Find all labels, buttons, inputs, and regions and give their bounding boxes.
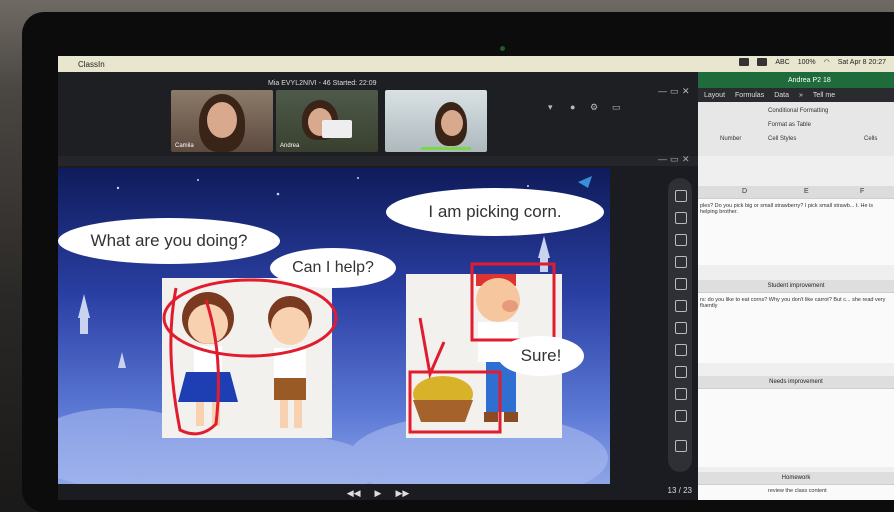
cells-group-label[interactable]: Cells	[864, 136, 877, 142]
whiteboard-toolbar	[668, 178, 692, 472]
menu-more-icon[interactable]: »	[799, 92, 803, 99]
participant-name: Andrea	[280, 143, 300, 149]
mic-control-icon[interactable]: ●	[570, 102, 575, 112]
layout-icon[interactable]: ▭	[612, 102, 621, 113]
format-as-table-button[interactable]: Format as Table	[768, 122, 811, 128]
menubar-status: ABC 100% ◠ Sat Apr 8 20:27	[739, 58, 886, 66]
more-tools-icon[interactable]	[675, 440, 687, 452]
webcam-light	[500, 46, 505, 51]
cell-text: rs: do you like to eat corns? Why you do…	[700, 297, 886, 309]
video-tile[interactable]	[385, 90, 487, 152]
excel-titlebar: Andrea P2 18	[698, 72, 894, 88]
window-close-icon[interactable]: ✕	[682, 86, 690, 97]
battery-label[interactable]: 100%	[798, 59, 816, 66]
speech-bubble: I am picking corn.	[386, 188, 604, 236]
classroom-title: Mia EVYL2NIVI - 46 Started: 22:09	[268, 80, 377, 87]
wifi-icon[interactable]: ◠	[824, 58, 830, 66]
slide-area: — ▭ ✕ What are you doing? Can I help? I …	[58, 154, 698, 500]
sheet-row[interactable]: review the class content	[698, 484, 894, 500]
settings-icon[interactable]: ⚙	[590, 102, 598, 113]
status-icon[interactable]	[757, 58, 768, 66]
cell-text: review the class content	[768, 488, 827, 494]
lesson-slide[interactable]: What are you doing? Can I help? I am pic…	[58, 168, 610, 484]
corn-basket-illustration	[413, 376, 473, 422]
participant-face	[207, 102, 237, 138]
sheet-row[interactable]	[698, 388, 894, 467]
excel-window: Andrea P2 18 Layout Formulas Data » Tell…	[698, 72, 894, 500]
menu-item-data[interactable]: Data	[774, 92, 789, 99]
bubble-text: Can I help?	[292, 259, 374, 276]
slide-minimize-icon[interactable]: —	[658, 154, 667, 164]
camera-control-icon[interactable]: ▾	[548, 102, 553, 113]
highlighter-tool-icon[interactable]	[675, 234, 687, 246]
cell-text: ples? Do you pick big or small strawberr…	[700, 203, 874, 215]
laptop-screen: ClassIn ABC 100% ◠ Sat Apr 8 20:27 Mia E…	[58, 56, 894, 500]
slide-restore-icon[interactable]: ▭	[670, 154, 679, 165]
number-group-label[interactable]: Number	[720, 136, 741, 142]
excel-ribbon: Number Conditional Formatting Format as …	[698, 102, 894, 156]
status-icon[interactable]	[739, 58, 750, 66]
video-tile[interactable]: Camila	[171, 90, 273, 152]
sheet-row[interactable]: rs: do you like to eat corns? Why you do…	[698, 292, 894, 363]
menu-item-layout[interactable]: Layout	[704, 92, 725, 99]
column-header[interactable]: F	[860, 188, 864, 195]
screenshot-tool-icon[interactable]	[675, 388, 687, 400]
slide-titlebar: — ▭ ✕	[58, 154, 698, 166]
bubble-text: Sure!	[520, 346, 562, 365]
participant-face	[441, 110, 463, 136]
speech-bubble: What are you doing?	[58, 218, 280, 264]
play-icon[interactable]: ▶	[375, 488, 382, 499]
bubble-text: I am picking corn.	[428, 202, 562, 221]
clock-label[interactable]: Sat Apr 8 20:27	[838, 59, 886, 66]
held-card	[322, 120, 352, 138]
pencil-icon	[578, 176, 592, 188]
toolbox-icon[interactable]	[675, 366, 687, 378]
text-tool-icon[interactable]	[675, 278, 687, 290]
speech-bubble: Can I help?	[270, 248, 396, 288]
eraser-tool-icon[interactable]	[675, 256, 687, 268]
menu-item-formulas[interactable]: Formulas	[735, 92, 764, 99]
column-header[interactable]: E	[804, 188, 809, 195]
slide-pager: ◀◀ ▶ ▶▶	[58, 486, 698, 500]
section-title[interactable]: Needs improvement	[698, 376, 894, 388]
section-title[interactable]: Homework	[698, 472, 894, 484]
shape-tool-icon[interactable]	[675, 300, 687, 312]
column-header[interactable]: D	[742, 188, 747, 195]
excel-title: Andrea P2 18	[788, 76, 831, 84]
select-tool-icon[interactable]	[675, 190, 687, 202]
conditional-formatting-button[interactable]: Conditional Formatting	[768, 108, 828, 114]
window-minimize-icon[interactable]: —	[658, 86, 667, 96]
prev-slide-icon[interactable]: ◀◀	[347, 488, 361, 499]
app-menu-name[interactable]: ClassIn	[78, 60, 105, 69]
mac-menubar: ClassIn ABC 100% ◠ Sat Apr 8 20:27	[58, 56, 894, 72]
participant-name: Camila	[175, 143, 194, 149]
picture-panel	[162, 278, 332, 438]
column-header-row: D E F	[698, 186, 894, 198]
tell-me-field[interactable]: Tell me	[813, 92, 835, 99]
excel-menu: Layout Formulas Data » Tell me	[698, 88, 894, 102]
section-title[interactable]: Student improvement	[698, 280, 894, 292]
input-source[interactable]: ABC	[775, 59, 789, 66]
page-counter: 13 / 23	[667, 486, 692, 495]
mic-level-bar	[421, 147, 471, 150]
bubble-text: What are you doing?	[90, 231, 248, 250]
slide-close-icon[interactable]: ✕	[682, 154, 690, 165]
pen-tool-icon[interactable]	[675, 212, 687, 224]
timer-tool-icon[interactable]	[675, 344, 687, 356]
chat-tool-icon[interactable]	[675, 410, 687, 422]
next-slide-icon[interactable]: ▶▶	[395, 488, 409, 499]
classroom-header: Mia EVYL2NIVI - 46 Started: 22:09 Camila…	[58, 72, 698, 156]
sheet-row[interactable]: ples? Do you pick big or small strawberr…	[698, 198, 894, 265]
window-restore-icon[interactable]: ▭	[670, 86, 679, 97]
cell-styles-button[interactable]: Cell Styles	[768, 136, 796, 142]
cloud-tool-icon[interactable]	[675, 322, 687, 334]
speech-bubble: Sure!	[498, 336, 584, 376]
video-tile[interactable]: Andrea	[276, 90, 378, 152]
